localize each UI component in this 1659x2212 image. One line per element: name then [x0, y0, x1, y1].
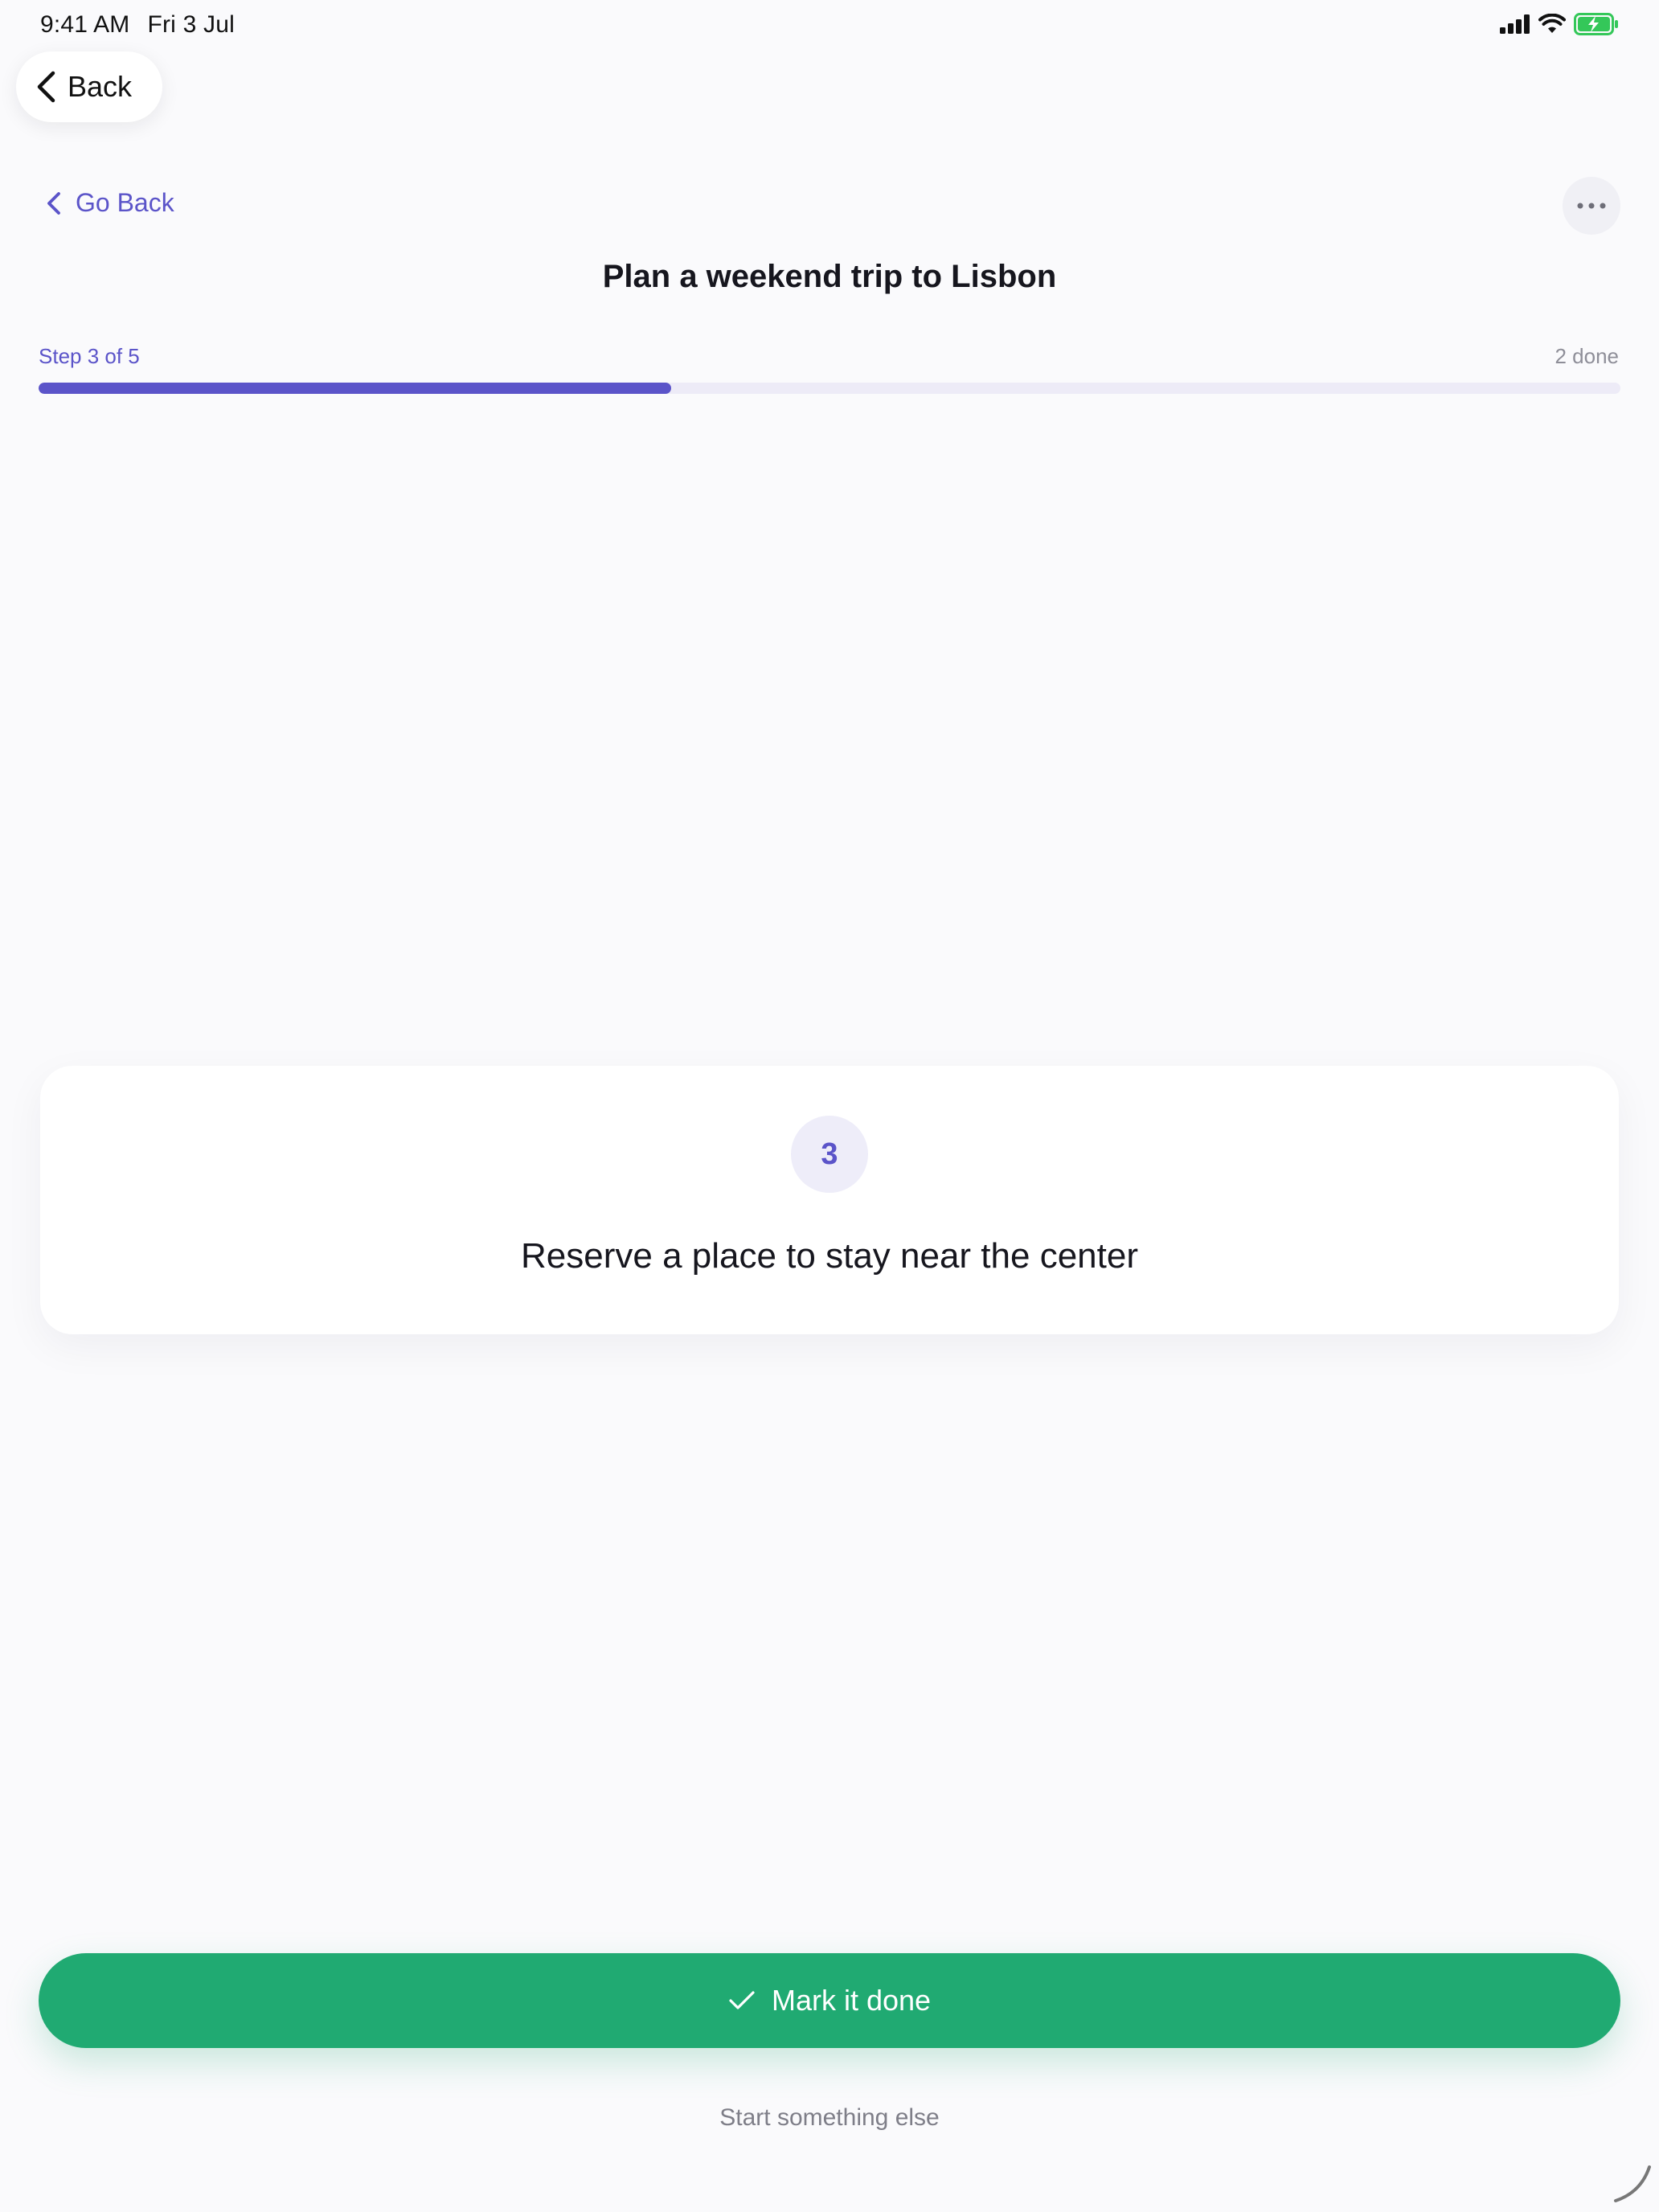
wifi-icon — [1538, 14, 1566, 33]
go-back-link[interactable]: Go Back — [47, 188, 174, 218]
battery-charging-icon — [1574, 13, 1618, 35]
status-bar-time: 9:41 AM Fri 3 Jul — [40, 11, 252, 39]
cellular-signal-icon — [1500, 14, 1530, 34]
progress-bar-fill — [39, 383, 672, 394]
mark-done-label: Mark it done — [771, 1984, 932, 2017]
screen: 9:41 AM Fri 3 Jul Back Go Back Plan a we… — [0, 0, 1659, 2212]
step-counter: Step 3 of 5 — [39, 344, 140, 368]
go-back-label: Go Back — [76, 188, 174, 217]
status-date: Fri 3 Jul — [147, 11, 235, 38]
back-button[interactable]: Back — [16, 51, 162, 122]
mark-done-button[interactable]: Mark it done — [39, 1953, 1620, 2048]
start-something-else-link[interactable]: Start something else — [0, 2104, 1659, 2132]
more-options-button[interactable] — [1563, 177, 1620, 235]
checkmark-icon — [729, 1991, 755, 2009]
done-counter: 2 done — [1555, 344, 1619, 368]
status-time: 9:41 AM — [40, 11, 130, 38]
chevron-left-icon — [47, 191, 60, 215]
step-description: Reserve a place to stay near the center — [521, 1236, 1138, 1276]
step-number-badge: 3 — [791, 1116, 868, 1193]
chevron-left-icon — [37, 71, 55, 103]
page-title: Plan a weekend trip to Lisbon — [602, 259, 1057, 294]
ellipsis-icon — [1577, 203, 1606, 209]
status-bar-icons — [1500, 13, 1619, 35]
progress-bar — [39, 383, 1620, 394]
current-step-card: 3 Reserve a place to stay near the cente… — [40, 1066, 1619, 1334]
pencil-stroke-icon — [1614, 2165, 1651, 2202]
back-button-label: Back — [68, 70, 133, 103]
